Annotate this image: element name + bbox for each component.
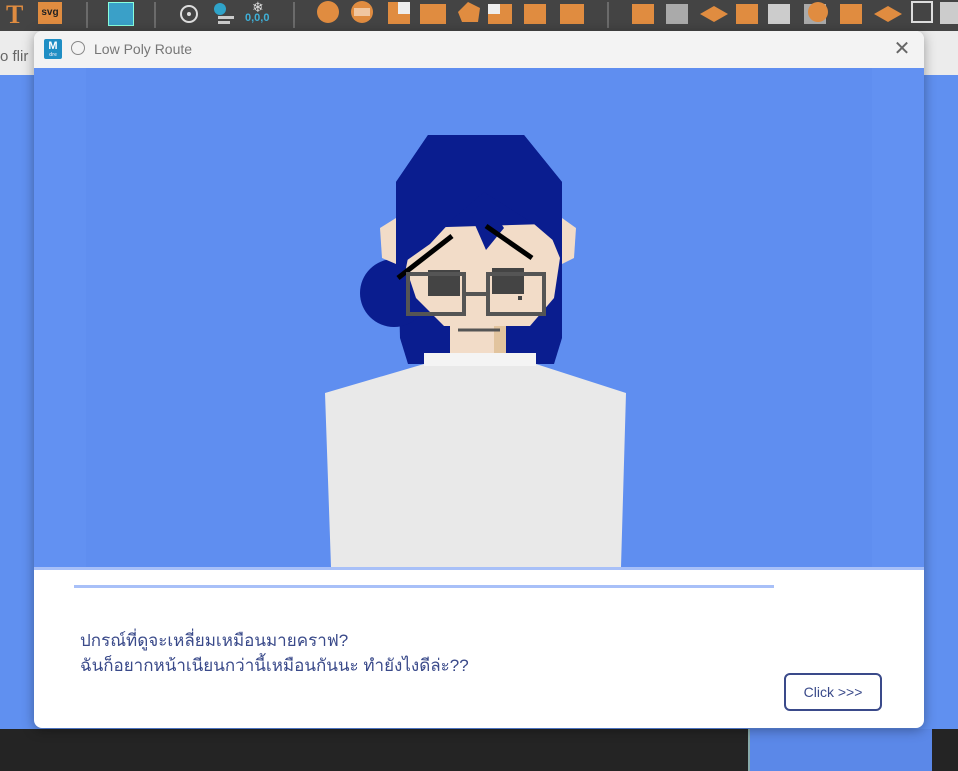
- app-icon: M dre: [44, 39, 62, 59]
- character-illustration: [325, 135, 626, 567]
- dialogue-divider: [74, 585, 774, 588]
- svg-label: svg: [41, 7, 59, 18]
- toolbar-separator: [86, 2, 88, 28]
- background-toolbar: T svg ❄ 0,0,0: [0, 0, 958, 31]
- toolbar-separator: [607, 2, 609, 28]
- app-icon-sub: dre: [49, 52, 57, 58]
- svg-tool-icon[interactable]: svg: [38, 2, 62, 24]
- collar: [424, 353, 536, 366]
- close-button[interactable]: ✕: [888, 36, 916, 62]
- text-tool-icon[interactable]: T: [6, 0, 23, 30]
- smiley-icon: [71, 41, 85, 55]
- dialogue-text-box: ปกรณ์ที่ดูจะเหลี่ยมเหมือนมายคราฟ? ฉันก็อ…: [80, 628, 469, 678]
- dialogue-line-1: ปกรณ์ที่ดูจะเหลี่ยมเหมือนมายคราฟ?: [80, 631, 349, 650]
- app-icon-letter: M: [48, 40, 58, 52]
- background-bottom-panel: [748, 729, 932, 771]
- window-title: Low Poly Route: [94, 41, 193, 57]
- dialogue-line-2: ฉันก็อยากหน้าเนียนกว่านี้เหมือนกันนะ ทำย…: [80, 656, 469, 675]
- toolbar-separator: [293, 2, 295, 28]
- eye-glint: [518, 296, 522, 300]
- scene-bottom-border: [34, 567, 924, 570]
- character-scene: [34, 68, 924, 567]
- modeling-tools-group-icon[interactable]: [628, 0, 958, 28]
- time-tool-icon[interactable]: [208, 0, 238, 28]
- toolbar-separator: [154, 2, 156, 28]
- game-dialog-window: M dre Low Poly Route ✕ ปกรณ์ที่ดูจะเหลี่…: [34, 31, 924, 728]
- grid-tool-icon[interactable]: [108, 2, 134, 26]
- shape-tools-group-icon[interactable]: [312, 0, 592, 28]
- eye-right: [492, 268, 524, 294]
- ear-left: [380, 218, 396, 264]
- next-button[interactable]: Click >>>: [784, 673, 882, 711]
- title-bar[interactable]: M dre Low Poly Route ✕: [34, 31, 924, 68]
- pivot-tool-icon[interactable]: [176, 0, 202, 28]
- shirt: [325, 353, 626, 567]
- background-partial-text: o flir: [0, 48, 29, 65]
- ear-right: [562, 218, 576, 264]
- coordinates-readout: 0,0,0: [245, 12, 270, 24]
